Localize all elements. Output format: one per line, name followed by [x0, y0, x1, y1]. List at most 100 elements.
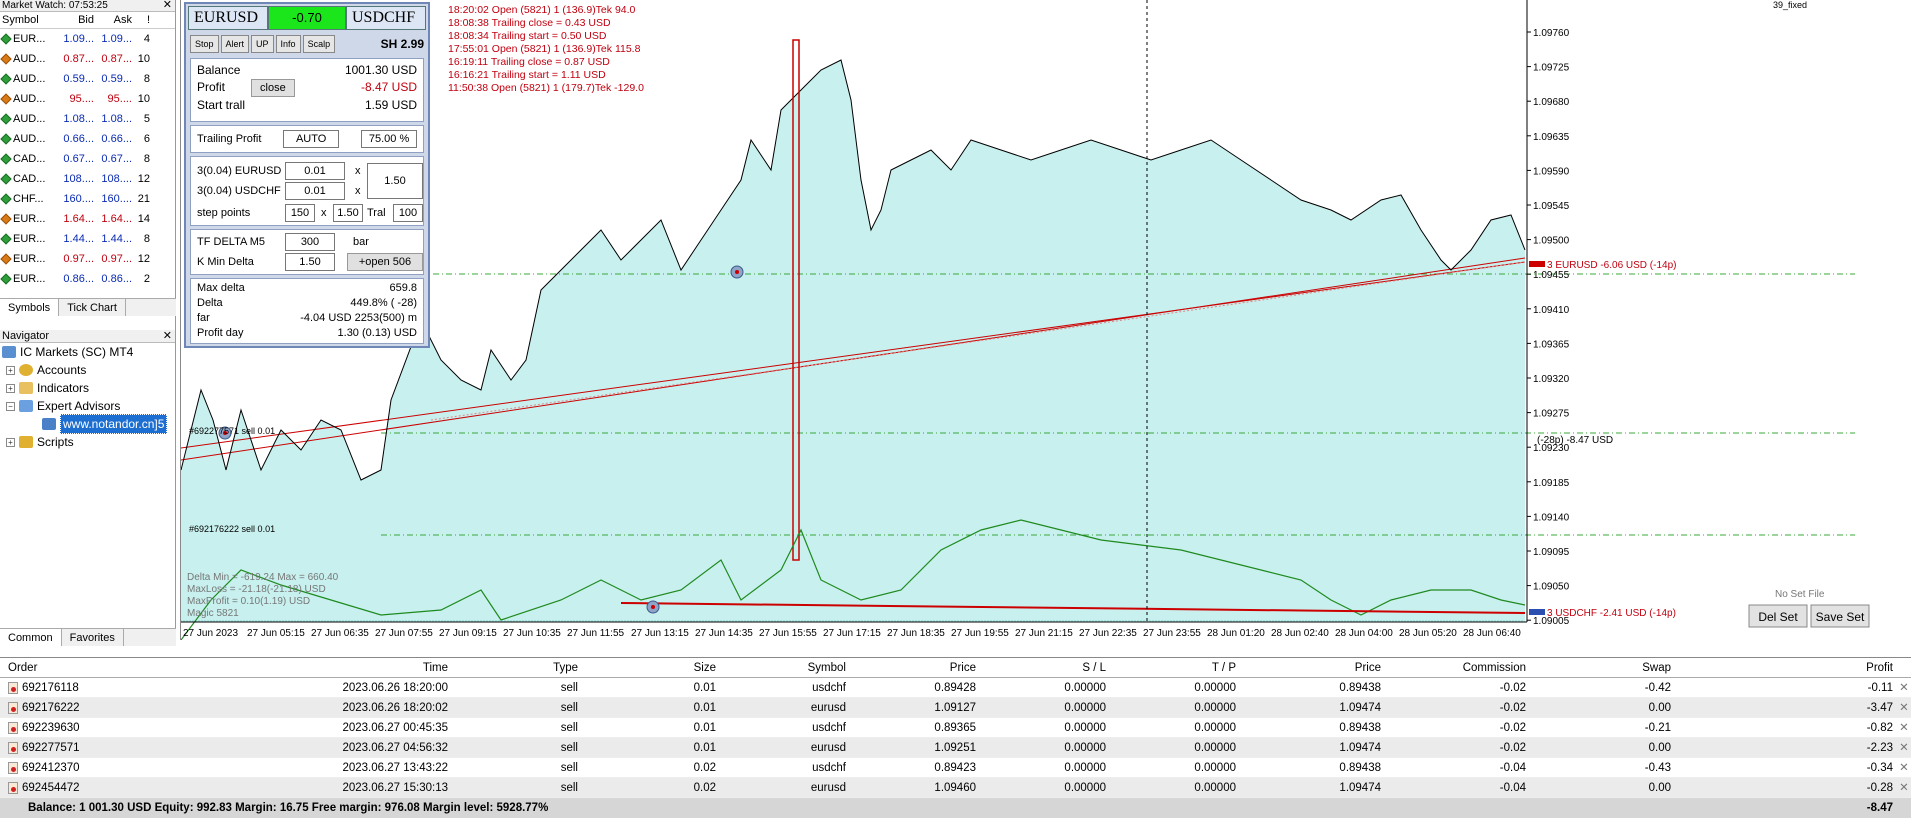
close-order-icon[interactable]: ✕: [1897, 778, 1911, 797]
kmin-input[interactable]: 1.50: [285, 253, 335, 271]
alert-button[interactable]: Alert: [220, 35, 250, 53]
table-cell: 1.09460: [934, 782, 976, 794]
price-chart[interactable]: 1.09760 1.09725 1.09680 1.09635 1.09590 1.095…: [180, 0, 1911, 641]
col-tp[interactable]: T / P: [1110, 658, 1240, 677]
list-item[interactable]: AUD... 1.08... 1.08... 5: [0, 109, 175, 129]
save-set-button-label[interactable]: Save Set: [1816, 610, 1865, 624]
tab-symbols[interactable]: Symbols: [0, 299, 60, 316]
list-item[interactable]: AUD... 0.59... 0.59... 8: [0, 69, 175, 89]
spread-cell: 6: [143, 133, 150, 145]
spread-cell: 12: [137, 173, 150, 185]
close-order-icon[interactable]: ✕: [1897, 718, 1911, 737]
collapse-icon[interactable]: −: [6, 401, 15, 411]
table-cell: 2023.06.27 13:43:22: [342, 762, 448, 774]
col-size[interactable]: Size: [582, 658, 720, 677]
col-spread[interactable]: !: [134, 12, 152, 28]
spread-cell: 10: [137, 93, 150, 105]
list-item[interactable]: AUD... 0.66... 0.66... 6: [0, 129, 175, 149]
tf-delta-input[interactable]: 300: [285, 233, 335, 251]
info-button[interactable]: Info: [275, 35, 301, 53]
list-item[interactable]: EUR... 0.86... 0.86... 2: [0, 269, 175, 289]
expand-icon[interactable]: +: [6, 383, 15, 393]
list-item[interactable]: AUD... 95.... 95.... 10: [0, 89, 175, 109]
total-profit: -8.47: [1866, 802, 1893, 814]
list-item[interactable]: EUR... 1.09... 1.09... 4: [0, 29, 175, 49]
nav-item-scripts[interactable]: + Scripts: [0, 433, 175, 451]
lot2-label: 3(0.04) USDCHF: [197, 185, 281, 197]
col-symbol[interactable]: Symbol: [720, 658, 850, 677]
lot1-input[interactable]: 0.01: [285, 162, 345, 180]
table-row[interactable]: 692277571 2023.06.27 04:56:32 sell 0.01 euru…: [0, 738, 1911, 758]
times-sign: x: [321, 207, 327, 219]
list-item[interactable]: CAD... 108.... 108.... 12: [0, 169, 175, 189]
table-cell: usdchf: [812, 762, 846, 774]
time-tick-label: 28 Jun 06:40: [1463, 628, 1521, 639]
table-row[interactable]: 692239630 2023.06.27 00:45:35 sell 0.01 usdc…: [0, 718, 1911, 738]
list-item[interactable]: CAD... 0.67... 0.67... 8: [0, 149, 175, 169]
close-button[interactable]: close: [251, 79, 295, 97]
expand-icon[interactable]: +: [6, 437, 15, 447]
col-time[interactable]: Time: [190, 658, 452, 677]
tab-favorites[interactable]: Favorites: [62, 629, 124, 646]
tab-common[interactable]: Common: [0, 629, 62, 646]
nav-item-accounts[interactable]: + Accounts: [0, 361, 175, 379]
col-profit[interactable]: Profit: [1675, 658, 1897, 677]
lot2-input[interactable]: 0.01: [285, 182, 345, 200]
close-icon[interactable]: ✕: [163, 330, 172, 342]
table-cell: 0.00000: [1194, 682, 1236, 694]
profit-value: -8.47 USD: [360, 80, 417, 94]
col-type[interactable]: Type: [452, 658, 582, 677]
close-order-icon[interactable]: ✕: [1897, 738, 1911, 757]
open-button[interactable]: +open 506: [347, 253, 423, 271]
trailing-mode-input[interactable]: AUTO: [283, 130, 340, 148]
chart-window[interactable]: 1.09760 1.09725 1.09680 1.09635 1.09590 1.095…: [180, 0, 1911, 641]
multiplier-input[interactable]: 1.50: [367, 163, 423, 199]
close-order-icon[interactable]: ✕: [1897, 698, 1911, 717]
nav-item-expert-advisors[interactable]: − Expert Advisors: [0, 397, 175, 415]
list-item[interactable]: EUR... 0.97... 0.97... 12: [0, 249, 175, 269]
bar-label: bar: [353, 236, 369, 248]
col-current-price[interactable]: Price: [1240, 658, 1385, 677]
col-price[interactable]: Price: [850, 658, 980, 677]
list-item[interactable]: AUD... 0.87... 0.87... 10: [0, 49, 175, 69]
col-symbol[interactable]: Symbol: [0, 12, 60, 28]
close-icon[interactable]: ✕: [163, 0, 172, 11]
stop-button[interactable]: Stop: [190, 35, 219, 53]
nav-item-indicators[interactable]: + Indicators: [0, 379, 175, 397]
list-item[interactable]: EUR... 1.64... 1.64... 14: [0, 209, 175, 229]
table-row[interactable]: 692412370 2023.06.27 13:43:22 sell 0.02 usdc…: [0, 758, 1911, 778]
nav-item-label[interactable]: www.notandor.cn]5: [60, 414, 168, 434]
table-row[interactable]: 692176118 2023.06.26 18:20:00 sell 0.01 usdc…: [0, 678, 1911, 698]
col-swap[interactable]: Swap: [1530, 658, 1675, 677]
step-input[interactable]: 150: [285, 204, 315, 222]
ask-cell: 1.09...: [101, 33, 132, 45]
tral-input[interactable]: 100: [393, 204, 423, 222]
col-bid[interactable]: Bid: [60, 12, 96, 28]
col-ask[interactable]: Ask: [96, 12, 134, 28]
up-button[interactable]: UP: [251, 35, 274, 53]
close-order-icon[interactable]: ✕: [1897, 678, 1911, 697]
trailing-pct-input[interactable]: 75.00 %: [361, 130, 418, 148]
table-row[interactable]: 692454472 2023.06.27 15:30:13 sell 0.02 euru…: [0, 778, 1911, 798]
tick-up-icon: [0, 153, 12, 165]
col-sl[interactable]: S / L: [980, 658, 1110, 677]
list-item[interactable]: CHF... 160.... 160.... 21: [0, 189, 175, 209]
order-id: 692176118: [22, 681, 79, 694]
col-commission[interactable]: Commission: [1385, 658, 1530, 677]
expand-icon[interactable]: +: [6, 365, 15, 375]
symbol-text: EUR...: [13, 33, 46, 45]
close-order-icon[interactable]: ✕: [1897, 758, 1911, 777]
col-order[interactable]: Order: [0, 658, 190, 677]
indicator-label: 39_fixed: [1773, 0, 1807, 10]
step-mult-input[interactable]: 1.50: [333, 204, 363, 222]
list-item[interactable]: EUR... 1.44... 1.44... 8: [0, 229, 175, 249]
del-set-button-label[interactable]: Del Set: [1758, 610, 1798, 624]
scripts-icon: [19, 436, 33, 448]
scalp-button[interactable]: Scalp: [302, 35, 336, 53]
nav-item-ea-selected[interactable]: www.notandor.cn]5: [0, 414, 175, 434]
symbol-cell: CHF...: [0, 189, 60, 209]
tab-tick-chart[interactable]: Tick Chart: [59, 299, 126, 316]
table-row[interactable]: 692176222 2023.06.26 18:20:02 sell 0.01 euru…: [0, 698, 1911, 718]
nav-item-broker[interactable]: IC Markets (SC) MT4: [0, 343, 175, 361]
tick-up-icon: [0, 173, 12, 185]
